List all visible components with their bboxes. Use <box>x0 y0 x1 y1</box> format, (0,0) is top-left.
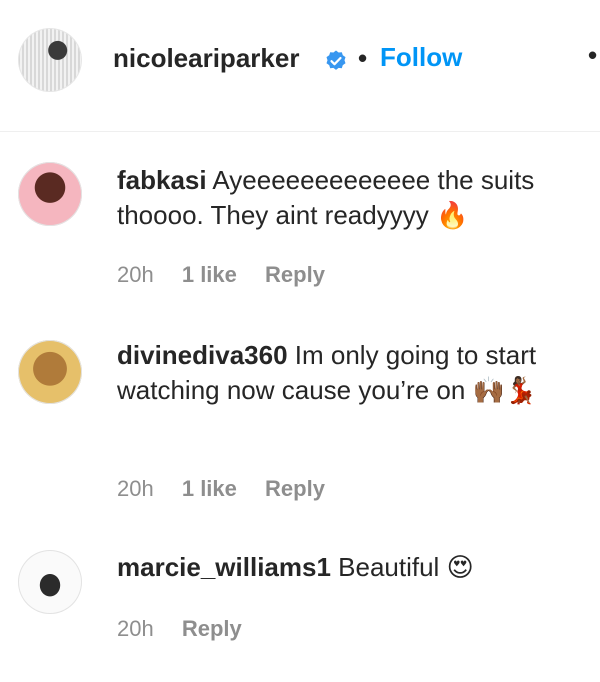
comment-username[interactable]: marcie_williams1 <box>117 552 331 582</box>
comment-text: Beautiful <box>338 552 440 582</box>
comment-username[interactable]: divinediva360 <box>117 340 288 370</box>
fire-emoji: 🔥 <box>435 201 469 231</box>
verified-badge-icon <box>326 50 346 70</box>
comment-meta: 20h Reply <box>117 616 264 642</box>
post-header: nicoleariparker • Follow • <box>0 0 600 132</box>
heart-eyes-emoji: 😍 <box>446 553 474 583</box>
comment-username[interactable]: fabkasi <box>117 165 207 195</box>
reply-button[interactable]: Reply <box>265 476 325 501</box>
comment-meta: 20h 1 like Reply <box>117 262 347 288</box>
separator-dot: • <box>358 43 368 73</box>
comment-body: divinediva360 Im only going to start wat… <box>117 338 577 409</box>
post-author-avatar[interactable] <box>18 28 82 92</box>
post-author-username[interactable]: nicoleariparker <box>113 43 299 74</box>
commenter-avatar[interactable] <box>18 340 82 404</box>
more-options-button[interactable]: • <box>588 40 597 71</box>
comment-meta: 20h 1 like Reply <box>117 476 347 502</box>
comment-time: 20h <box>117 262 154 287</box>
comment-body: fabkasi Ayeeeeeeeeeeeee the suits thoooo… <box>117 163 577 234</box>
reply-button[interactable]: Reply <box>182 616 242 641</box>
comment-time: 20h <box>117 476 154 501</box>
comment-likes[interactable]: 1 like <box>182 262 237 287</box>
commenter-avatar[interactable] <box>18 162 82 226</box>
comment-time: 20h <box>117 616 154 641</box>
comment-likes[interactable]: 1 like <box>182 476 237 501</box>
praise-dance-emoji: 🙌🏾💃🏾 <box>472 376 538 406</box>
comment-body: marcie_williams1 Beautiful 😍 <box>117 550 577 586</box>
follow-button[interactable]: Follow <box>380 42 462 73</box>
reply-button[interactable]: Reply <box>265 262 325 287</box>
commenter-avatar[interactable] <box>18 550 82 614</box>
